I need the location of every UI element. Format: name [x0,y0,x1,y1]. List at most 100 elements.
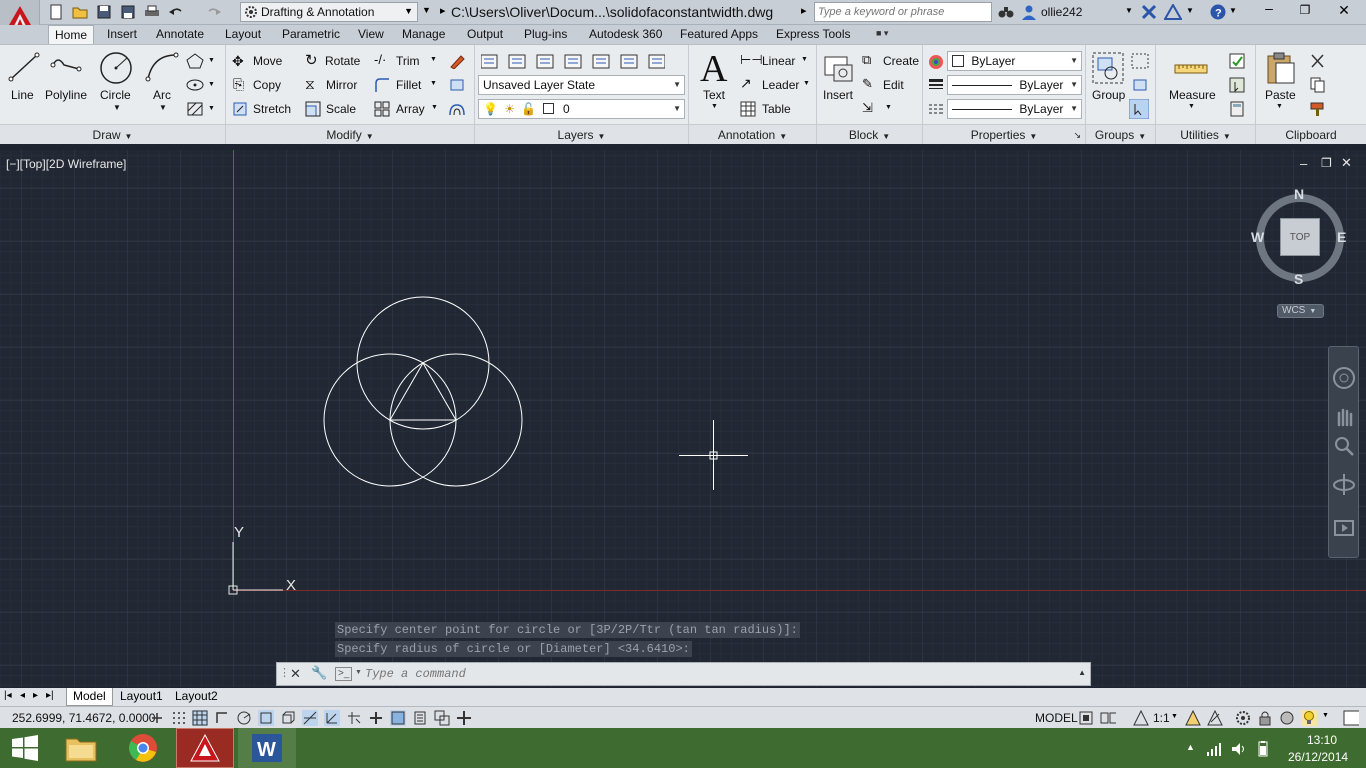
circle-button[interactable]: Circle [100,88,131,102]
edit-button[interactable]: Edit [883,78,904,92]
autocad-taskbar-button[interactable] [176,728,234,768]
title-nav-icon[interactable]: ▸ [801,4,807,17]
array-button[interactable]: Array [396,102,425,116]
group-edit-icon[interactable] [1131,77,1149,93]
linear-button[interactable]: Linear [762,54,795,68]
3d-object-snap-icon[interactable] [280,710,296,726]
insert-button[interactable]: Insert [823,88,853,102]
annotation-scale-value[interactable]: 1:1 [1153,711,1170,725]
workspace-dropdown[interactable]: Drafting & Annotation ▼ [240,2,418,22]
circle-dropdown-icon[interactable]: ▼ [113,103,121,112]
select-all-icon[interactable] [1229,77,1247,93]
linear-dropdown-icon[interactable]: ▼ [801,56,808,63]
object-snap-icon[interactable] [258,710,274,726]
linetype-dropdown[interactable]: ByLayer ▼ [947,99,1082,119]
print-icon[interactable] [144,4,160,20]
viewport-close-button[interactable]: ✕ [1341,155,1352,171]
quick-properties-icon[interactable] [412,710,428,726]
tab-parametric[interactable]: Parametric [276,25,346,44]
arc-button[interactable]: Arc [153,88,171,102]
first-layout-icon[interactable]: |◂ [4,690,12,701]
save-as-icon[interactable] [120,4,136,20]
fillet-dropdown-icon[interactable]: ▼ [430,80,437,87]
autodesk-360-icon[interactable] [1164,4,1182,20]
help-chevron-icon[interactable]: ▼ [1229,6,1237,15]
ribbon-minimize-button[interactable]: ■ ▾ [876,28,904,41]
block-panel-title[interactable]: Block ▼ [817,124,922,144]
tab-plugins[interactable]: Plug-ins [518,25,573,44]
prev-layout-icon[interactable]: ◂ [20,690,25,701]
stretch-button[interactable]: Stretch [253,102,291,116]
orbit-icon[interactable] [1330,471,1359,497]
dynamic-input-icon[interactable] [346,710,362,726]
trim-button[interactable]: Trim [396,54,420,68]
user-menu-chevron-icon[interactable]: ▼ [1125,6,1133,15]
tab-manage[interactable]: Manage [396,25,451,44]
wcs-menu-button[interactable]: WCS ▼ [1277,304,1324,318]
tab-insert[interactable]: Insert [101,25,143,44]
measure-button[interactable]: Measure [1169,88,1216,102]
redo-icon[interactable] [206,4,222,20]
workspace-switching-icon[interactable] [1235,710,1251,726]
move-button[interactable]: Move [253,54,282,68]
tab-annotate[interactable]: Annotate [150,25,210,44]
restore-window-button[interactable]: ❐ [1288,0,1322,20]
next-layout-icon[interactable]: ▸ [33,690,38,701]
layers-panel-title[interactable]: Layers ▼ [475,124,688,144]
measure-dropdown-icon[interactable]: ▼ [1188,103,1195,110]
edit-attributes-dropdown-icon[interactable]: ▼ [885,104,892,111]
compass-west[interactable]: W [1251,229,1264,245]
leader-dropdown-icon[interactable]: ▼ [803,80,810,87]
layer-state-dropdown[interactable]: Unsaved Layer State ▼ [478,75,685,95]
command-input[interactable] [365,665,1065,683]
coordinates-readout[interactable]: 252.6999, 71.4672, 0.0000 [12,711,155,725]
tab-view[interactable]: View [352,25,390,44]
tab-layout[interactable]: Layout [219,25,267,44]
polyline-button[interactable]: Polyline [45,88,87,102]
toolbar-lock-icon[interactable] [1257,710,1273,726]
last-layout-icon[interactable]: ▸| [46,690,54,701]
paste-dropdown-icon[interactable]: ▼ [1276,103,1283,110]
object-snap-tracking-icon[interactable] [302,710,318,726]
polygon-icon[interactable] [186,53,204,69]
hatch-icon[interactable] [186,101,204,117]
exchange-apps-icon[interactable] [1141,4,1157,20]
tab-home[interactable]: Home [48,25,95,44]
infer-constraints-icon[interactable] [149,710,165,726]
tab-model[interactable]: Model [66,688,113,706]
compass-east[interactable]: E [1337,229,1346,245]
minimize-window-button[interactable]: – [1250,0,1288,20]
arc-dropdown-icon[interactable]: ▼ [159,103,167,112]
match-properties-icon[interactable] [928,54,944,70]
text-button[interactable]: Text [703,88,725,102]
match-properties-brush-icon[interactable] [1309,101,1327,117]
viewport-controls-label[interactable]: [−][Top][2D Wireframe] [6,157,126,171]
mirror-button[interactable]: Mirror [326,78,357,92]
tab-autodesk-360[interactable]: Autodesk 360 [583,25,668,44]
snap-mode-icon[interactable] [171,710,187,726]
user-icon[interactable] [1021,4,1037,20]
help-icon[interactable]: ? [1210,4,1226,20]
erase-icon[interactable] [448,53,466,69]
volume-icon[interactable] [1231,741,1247,757]
modify-panel-title[interactable]: Modify ▼ [226,124,474,144]
copy-clip-icon[interactable] [1309,77,1327,93]
tab-layout2[interactable]: Layout2 [169,688,224,706]
table-button[interactable]: Table [762,102,791,116]
polar-tracking-icon[interactable] [236,710,252,726]
command-customize-icon[interactable]: 🔧 [311,665,327,681]
steering-wheel-icon[interactable] [1330,365,1359,391]
start-button[interactable] [0,728,50,768]
annotation-panel-title[interactable]: Annotation ▼ [689,124,816,144]
annotation-monitor-icon[interactable] [456,710,472,726]
group-selection-icon[interactable] [1129,99,1149,119]
ungroup-icon[interactable] [1131,53,1149,69]
user-name[interactable]: ollie242 [1041,5,1082,19]
qat-expand-icon[interactable]: ▼ [422,5,431,15]
copy-button[interactable]: Copy [253,78,281,92]
rotate-button[interactable]: Rotate [325,54,360,68]
compass-south[interactable]: S [1294,271,1303,287]
tab-express-tools[interactable]: Express Tools [770,25,856,44]
transparency-icon[interactable] [390,710,406,726]
compass-north[interactable]: N [1294,186,1304,202]
